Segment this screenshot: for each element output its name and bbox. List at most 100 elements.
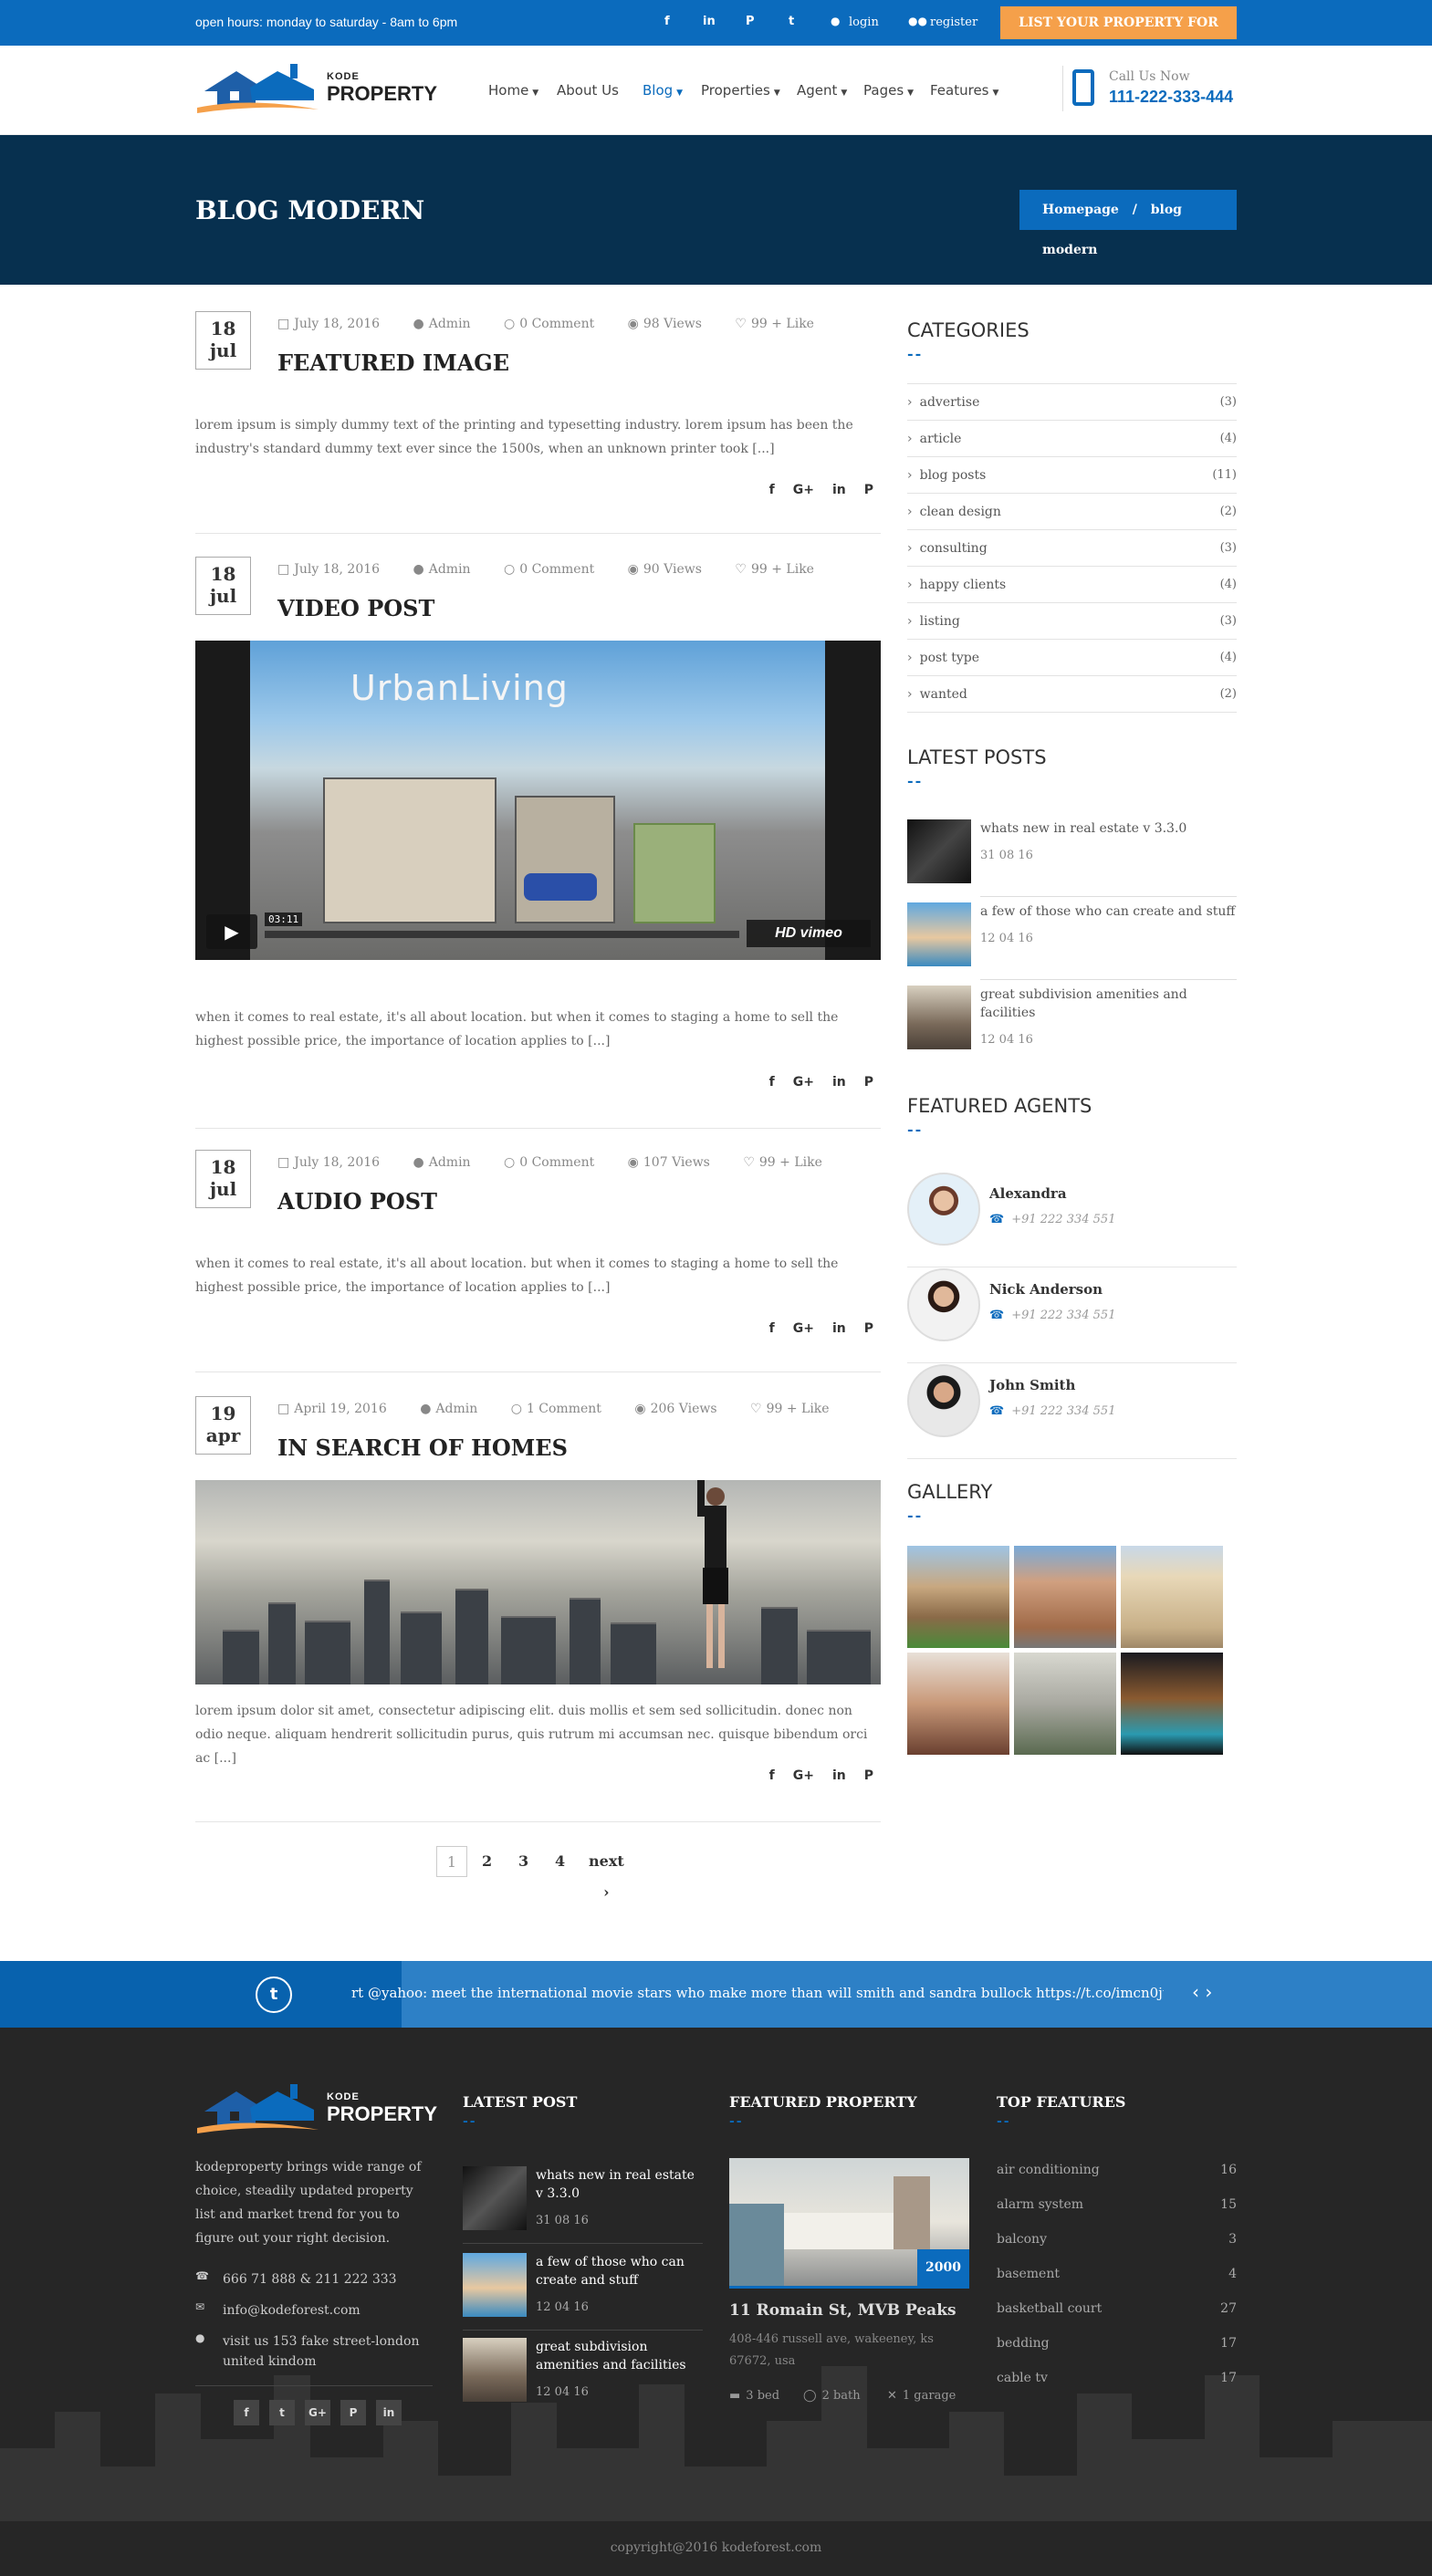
login-link[interactable]: login xyxy=(849,16,879,29)
post-thumbnail[interactable] xyxy=(907,819,971,883)
video-player[interactable]: UrbanLiving ▶ 03:11 HD vimeo xyxy=(195,641,881,960)
category-name[interactable]: consulting xyxy=(920,541,988,556)
post-featured-image[interactable] xyxy=(195,1480,881,1684)
category-item[interactable]: › consulting (3) xyxy=(907,529,1237,566)
breadcrumb-home[interactable]: Homepage xyxy=(1042,203,1119,217)
top-feature-name[interactable]: basketball court xyxy=(997,2301,1102,2316)
next-page-link[interactable]: next › xyxy=(589,1846,624,1901)
category-item[interactable]: › clean design (2) xyxy=(907,493,1237,529)
footer-post-title[interactable]: great subdivision amenities and faciliti… xyxy=(536,2338,703,2374)
agent-name[interactable]: Alexandra xyxy=(989,1185,1067,1202)
linkedin-icon[interactable]: in xyxy=(832,483,846,497)
avatar[interactable] xyxy=(907,1173,980,1246)
footer-logo[interactable]: KODE PROPERTY xyxy=(195,2084,437,2139)
play-icon[interactable]: ▶ xyxy=(206,914,257,949)
category-name[interactable]: article xyxy=(920,432,962,446)
post-author[interactable]: Admin xyxy=(429,1155,471,1170)
post-comments[interactable]: 0 Comment xyxy=(519,1155,594,1170)
category-item[interactable]: › article (4) xyxy=(907,420,1237,456)
agent-card[interactable]: John Smith ☎ +91 222 334 551 xyxy=(907,1364,1237,1459)
pinterest-icon[interactable]: P xyxy=(746,15,755,28)
twitter-icon[interactable]: t xyxy=(269,2400,295,2425)
facebook-icon[interactable]: f xyxy=(664,15,670,28)
post-title[interactable]: IN SEARCH OF HOMES xyxy=(277,1434,568,1461)
post-likes[interactable]: 99 + Like xyxy=(751,317,814,331)
top-feature-name[interactable]: balcony xyxy=(997,2232,1047,2247)
category-name[interactable]: wanted xyxy=(920,687,967,702)
nav-pages[interactable]: Pages ▼ xyxy=(863,82,914,99)
category-name[interactable]: advertise xyxy=(920,395,980,410)
footer-post-title[interactable]: whats new in real estate v 3.3.0 xyxy=(536,2166,703,2203)
pinterest-icon[interactable]: P xyxy=(864,1768,873,1783)
agent-card[interactable]: Nick Anderson ☎ +91 222 334 551 xyxy=(907,1268,1237,1363)
gallery-image[interactable] xyxy=(1014,1546,1116,1648)
nav-features[interactable]: Features ▼ xyxy=(930,82,998,99)
gallery-image[interactable] xyxy=(907,1653,1009,1755)
post-author[interactable]: Admin xyxy=(429,317,471,331)
nav-agent[interactable]: Agent ▼ xyxy=(797,82,847,99)
post-thumbnail[interactable] xyxy=(463,2338,527,2402)
linkedin-icon[interactable]: in xyxy=(832,1768,846,1783)
google-plus-icon[interactable]: G+ xyxy=(793,1768,814,1783)
category-item[interactable]: › wanted (2) xyxy=(907,675,1237,712)
category-item[interactable]: › advertise (3) xyxy=(907,383,1237,420)
top-feature-name[interactable]: basement xyxy=(997,2267,1060,2281)
latest-post-item[interactable]: a few of those who can create and stuff … xyxy=(907,902,1237,985)
google-plus-icon[interactable]: G+ xyxy=(793,1075,814,1090)
post-comments[interactable]: 0 Comment xyxy=(519,317,594,331)
facebook-icon[interactable]: f xyxy=(769,1075,775,1090)
latest-post-item[interactable]: great subdivision amenities and faciliti… xyxy=(907,986,1237,1068)
facebook-icon[interactable]: f xyxy=(769,1321,775,1336)
post-thumbnail[interactable] xyxy=(463,2166,527,2230)
post-title[interactable]: VIDEO POST xyxy=(277,595,434,621)
gallery-image[interactable] xyxy=(1121,1546,1223,1648)
chevron-left-icon[interactable]: ‹ xyxy=(1192,1981,1199,2003)
category-item[interactable]: › post type (4) xyxy=(907,639,1237,675)
post-title[interactable]: FEATURED IMAGE xyxy=(277,349,509,376)
latest-post-title[interactable]: a few of those who can create and stuff xyxy=(980,902,1236,921)
facebook-icon[interactable]: f xyxy=(769,483,775,497)
post-likes[interactable]: 99 + Like xyxy=(767,1402,830,1416)
gallery-image[interactable] xyxy=(1014,1653,1116,1755)
avatar[interactable] xyxy=(907,1364,980,1437)
gallery-image[interactable] xyxy=(907,1546,1009,1648)
linkedin-icon[interactable]: in xyxy=(832,1075,846,1090)
latest-post-title[interactable]: whats new in real estate v 3.3.0 xyxy=(980,819,1236,838)
top-feature-item[interactable]: cable tv 17 xyxy=(997,2371,1237,2389)
category-item[interactable]: › happy clients (4) xyxy=(907,566,1237,602)
agent-card[interactable]: Alexandra ☎ +91 222 334 551 xyxy=(907,1173,1237,1267)
top-feature-name[interactable]: air conditioning xyxy=(997,2163,1100,2177)
linkedin-icon[interactable]: in xyxy=(832,1321,846,1336)
pinterest-icon[interactable]: P xyxy=(864,1075,873,1090)
gallery-image[interactable] xyxy=(1121,1653,1223,1755)
nav-blog[interactable]: Blog ▼ xyxy=(643,82,683,99)
google-plus-icon[interactable]: G+ xyxy=(793,1321,814,1336)
page-current[interactable]: 1 xyxy=(436,1846,467,1877)
top-feature-item[interactable]: basketball court 27 xyxy=(997,2301,1237,2320)
footer-post-item[interactable]: whats new in real estate v 3.3.0 31 08 1… xyxy=(463,2166,703,2248)
category-name[interactable]: clean design xyxy=(920,505,1001,519)
footer-post-item[interactable]: great subdivision amenities and faciliti… xyxy=(463,2338,703,2420)
category-name[interactable]: happy clients xyxy=(920,578,1007,592)
nav-home[interactable]: Home ▼ xyxy=(488,82,538,99)
logo[interactable]: KODE PROPERTY xyxy=(195,64,437,119)
post-thumbnail[interactable] xyxy=(907,902,971,966)
post-title[interactable]: AUDIO POST xyxy=(277,1188,437,1215)
top-feature-name[interactable]: bedding xyxy=(997,2336,1050,2351)
twitter-icon[interactable]: t xyxy=(256,1976,292,2013)
category-name[interactable]: post type xyxy=(920,651,979,665)
post-comments[interactable]: 1 Comment xyxy=(527,1402,601,1416)
top-feature-item[interactable]: alarm system 15 xyxy=(997,2197,1237,2216)
page-link[interactable]: 4 xyxy=(555,1846,565,1877)
twitter-icon[interactable]: t xyxy=(789,15,794,28)
pinterest-icon[interactable]: P xyxy=(864,483,873,497)
category-name[interactable]: blog posts xyxy=(920,468,987,483)
post-likes[interactable]: 99 + Like xyxy=(759,1155,822,1170)
facebook-icon[interactable]: f xyxy=(234,2400,259,2425)
latest-post-item[interactable]: whats new in real estate v 3.3.0 31 08 1… xyxy=(907,819,1237,902)
google-plus-icon[interactable]: G+ xyxy=(305,2400,330,2425)
pinterest-icon[interactable]: P xyxy=(340,2400,366,2425)
post-thumbnail[interactable] xyxy=(907,986,971,1049)
avatar[interactable] xyxy=(907,1268,980,1341)
tweet-text[interactable]: rt @yahoo: meet the international movie … xyxy=(351,1985,1164,2001)
